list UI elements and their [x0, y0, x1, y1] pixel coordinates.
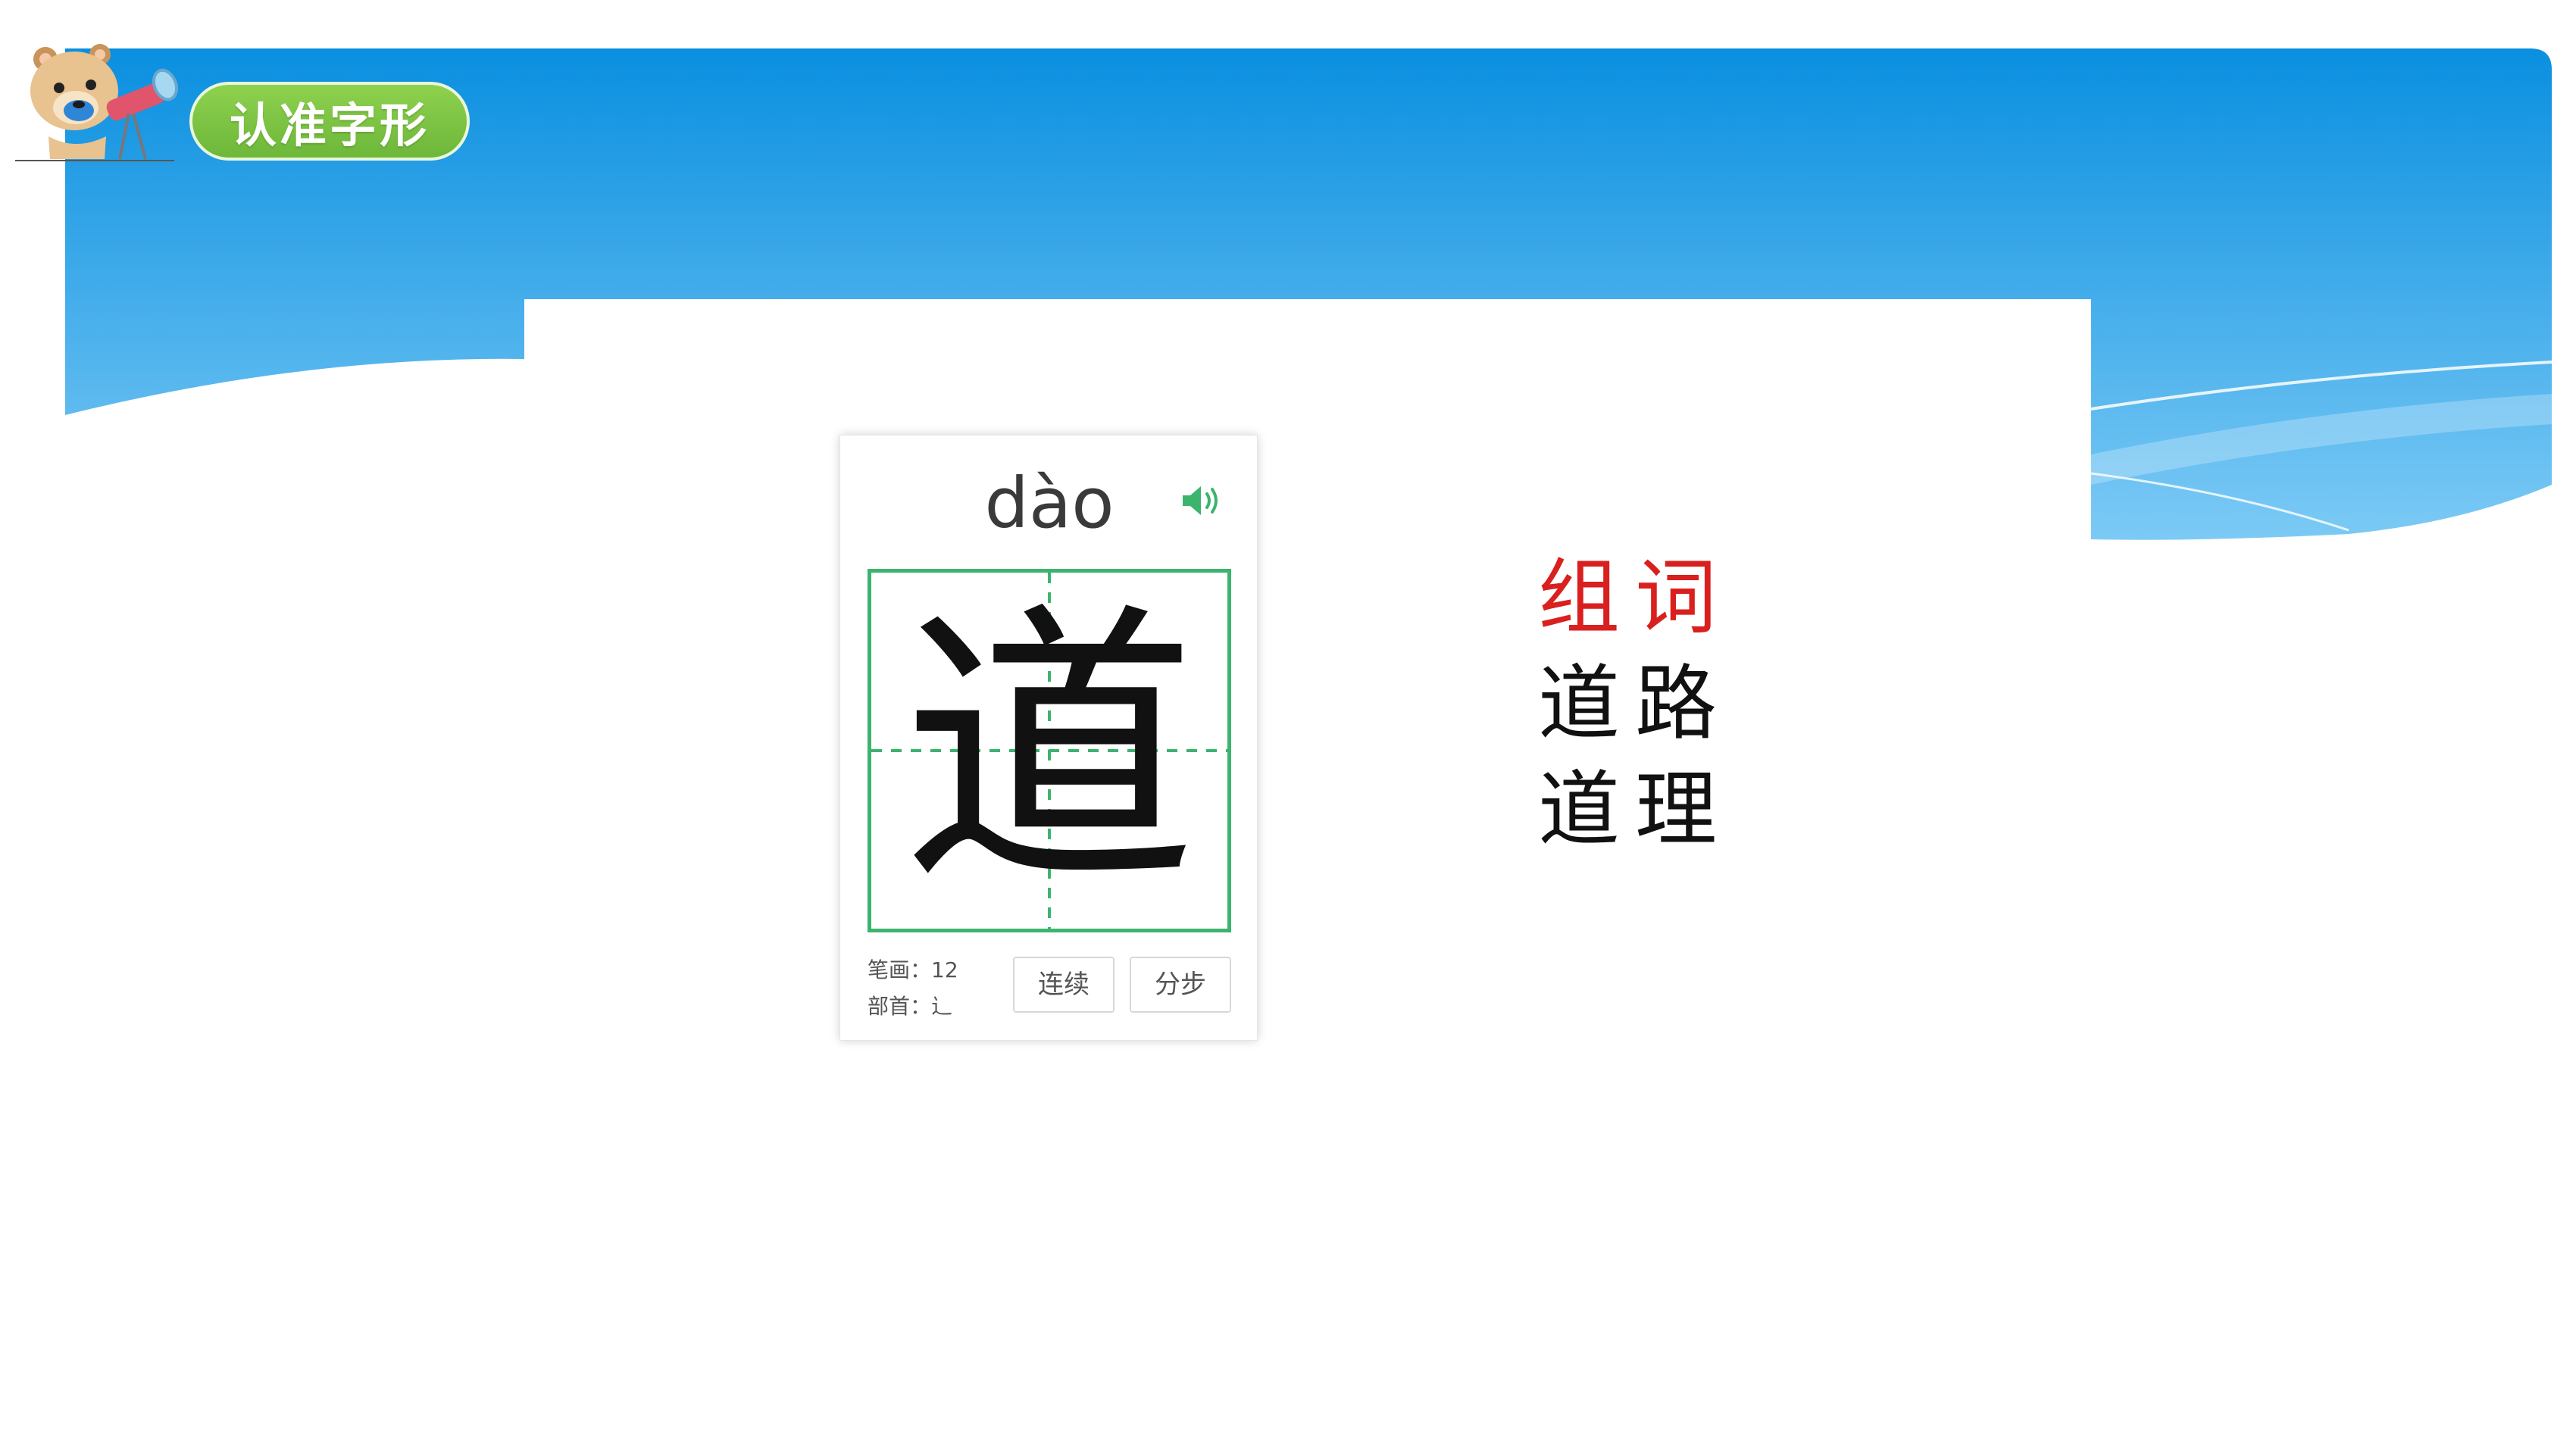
- radical-value: 辶: [931, 994, 953, 1019]
- stroke-count-label: 笔画：: [868, 957, 932, 982]
- character-meta: 笔画：12 部首：辶: [868, 952, 958, 1025]
- speaker-icon[interactable]: [1180, 482, 1222, 519]
- continuous-button[interactable]: 连续: [1013, 957, 1114, 1013]
- writing-grid: 道: [868, 569, 1231, 932]
- stroke-count-value: 12: [931, 957, 958, 982]
- stroke-count-row: 笔画：12: [868, 952, 958, 988]
- word-list: 组词 道路 道理: [1538, 545, 1732, 863]
- section-title: 认准字形: [189, 82, 470, 161]
- word-list-heading: 组词: [1538, 551, 1733, 645]
- character-glyph: 道: [902, 579, 1197, 923]
- radical-label: 部首：: [868, 994, 932, 1019]
- bear-telescope-icon: [15, 44, 178, 161]
- step-button[interactable]: 分步: [1130, 957, 1231, 1013]
- word-item: 道路: [1538, 657, 1733, 751]
- character-card: dào 道 笔画：12 部首：辶 连续 分步: [839, 435, 1258, 1041]
- word-item: 道理: [1538, 763, 1733, 857]
- content-panel: [524, 299, 2091, 1284]
- slide: 认准字形 dào 道 笔画：12 部首：辶 连续 分步 组词 道路 道理: [0, 0, 2576, 1449]
- radical-row: 部首：辶: [868, 988, 958, 1025]
